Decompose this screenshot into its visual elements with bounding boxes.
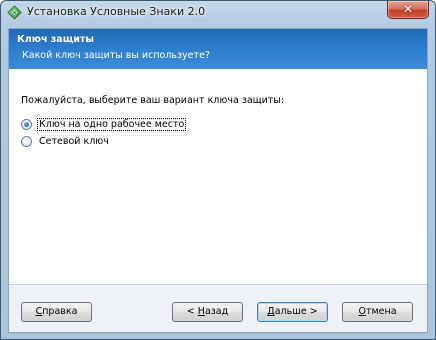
back-button[interactable]: < Назад (172, 302, 243, 322)
cancel-button[interactable]: Отмена (342, 302, 413, 322)
page-title: Ключ защиты (17, 34, 94, 45)
close-icon: ✕ (402, 2, 414, 16)
option-label[interactable]: Ключ на одно рабочее место (36, 117, 187, 131)
button-bar: Справка < Назад Дальше > Отмена (9, 284, 427, 332)
selection-prompt: Пожалуйста, выберите ваш вариант ключа з… (21, 95, 285, 106)
wizard-client-area: Ключ защиты Какой ключ защиты вы использ… (8, 28, 428, 333)
title-bar[interactable]: Установка Условные Знаки 2.0 ✕ (1, 1, 435, 25)
back-button-prefix: < (186, 306, 198, 317)
option-network-key[interactable]: Сетевой ключ (21, 134, 110, 148)
back-button-label: азад (204, 306, 229, 317)
next-button[interactable]: Дальше > (257, 302, 328, 322)
installer-app-icon (7, 5, 22, 20)
radio-button[interactable] (21, 135, 32, 147)
next-button-label: альше > (274, 306, 318, 317)
option-label[interactable]: Сетевой ключ (38, 136, 110, 147)
close-button[interactable]: ✕ (387, 1, 429, 19)
window-title: Установка Условные Знаки 2.0 (27, 5, 206, 18)
back-button-mnemonic: Н (197, 306, 205, 317)
cancel-button-mnemonic: О (358, 306, 366, 317)
next-button-mnemonic: Д (267, 306, 275, 317)
wizard-header: Ключ защиты Какой ключ защиты вы использ… (9, 29, 427, 69)
option-single-seat-key[interactable]: Ключ на одно рабочее место (21, 117, 187, 131)
page-subtitle: Какой ключ защиты вы используете? (22, 50, 210, 61)
help-button[interactable]: Справка (21, 302, 92, 322)
radio-button[interactable] (21, 118, 32, 130)
help-button-label: правка (42, 306, 78, 317)
installer-window: Установка Условные Знаки 2.0 ✕ Ключ защи… (0, 0, 436, 340)
cancel-button-label: тмена (365, 306, 397, 317)
